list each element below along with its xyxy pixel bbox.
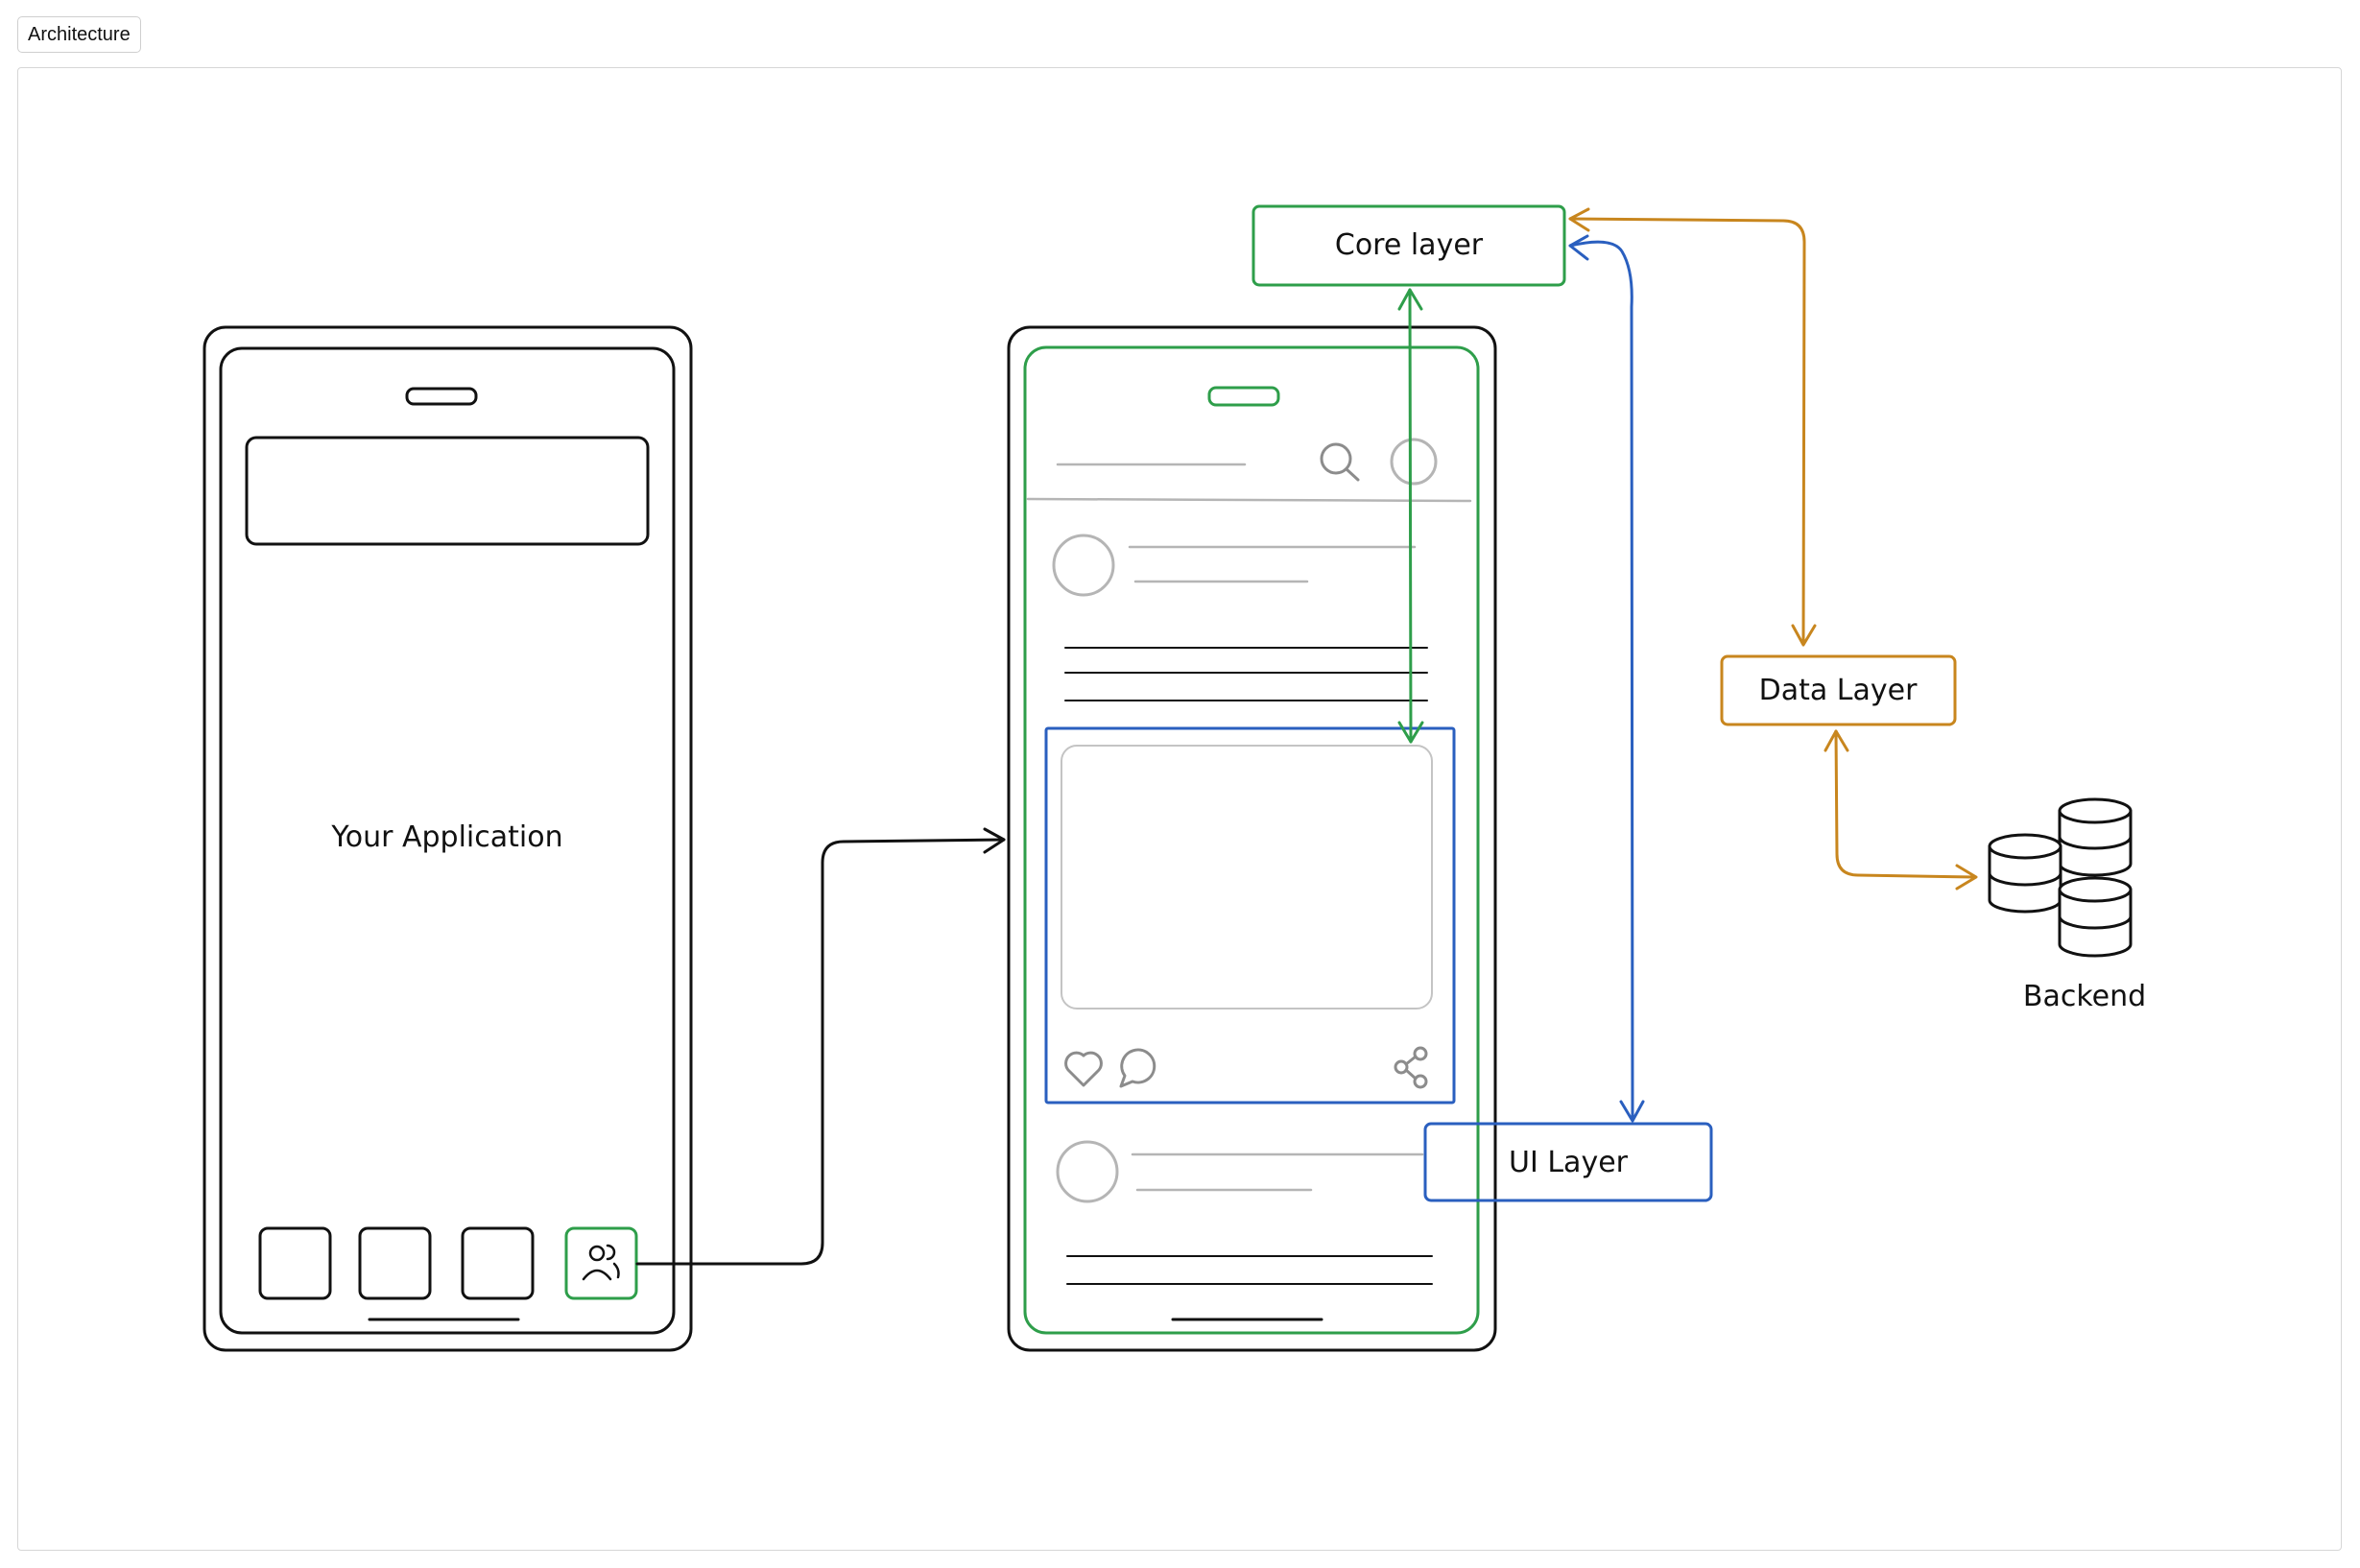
core-to-ui-card-arrow [1397, 288, 1424, 744]
users-icon [582, 1244, 620, 1281]
feed-header-divider [1026, 497, 1472, 503]
core-layer-label: Core layer [1335, 228, 1484, 262]
architecture-diagram: Your Application Core layer Data Layer U… [203, 204, 2146, 1352]
ui-layer-card[interactable] [1044, 726, 1456, 1105]
post-2-avatar [1056, 1140, 1119, 1203]
feed-phone-speaker [1207, 386, 1280, 407]
app-label: Your Application [330, 820, 562, 854]
database-icon [1988, 797, 2133, 958]
core-to-data-arrow [1568, 207, 1817, 647]
app-dock-tile-3[interactable] [461, 1226, 535, 1300]
post-media [1061, 745, 1433, 1010]
app-dock-tile-users[interactable] [564, 1226, 638, 1300]
data-layer-label: Data Layer [1759, 674, 1918, 707]
app-phone-speaker [405, 387, 478, 406]
data-to-backend-arrow [1824, 729, 1978, 891]
heart-icon[interactable] [1064, 1051, 1103, 1087]
post-avatar [1052, 534, 1115, 597]
feed-phone [1007, 325, 1497, 1352]
profile-avatar[interactable] [1390, 438, 1438, 486]
share-icon[interactable] [1394, 1046, 1428, 1089]
search-icon[interactable] [1320, 442, 1360, 482]
app-dock-tile-1[interactable] [258, 1226, 332, 1300]
core-to-ui-layer-arrow [1568, 234, 1645, 1123]
backend-label: Backend [2023, 980, 2146, 1013]
app-header-banner [245, 436, 650, 546]
ui-layer-label: UI Layer [1509, 1146, 1629, 1179]
comment-icon[interactable] [1119, 1048, 1156, 1088]
page: Architecture Your Application Core layer… [0, 0, 2360, 1568]
app-dock-tile-2[interactable] [358, 1226, 432, 1300]
